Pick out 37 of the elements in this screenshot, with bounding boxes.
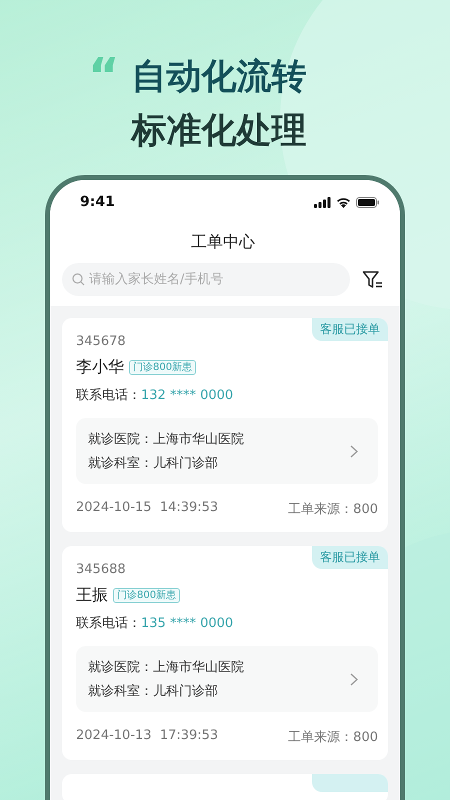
status-time: 9:41 <box>80 194 115 210</box>
phone-label: 联系电话： <box>76 616 141 631</box>
order-source: 工单来源：800 <box>288 501 378 518</box>
chevron-right-icon <box>350 444 358 458</box>
patient-tag: 门诊800新患 <box>129 360 196 375</box>
order-number: 345678 <box>76 334 127 349</box>
search-icon <box>72 273 85 286</box>
chevron-right-icon <box>350 672 358 686</box>
hospital-text: 就诊医院：上海市华山医院 <box>88 659 244 676</box>
department-text: 就诊科室：儿科门诊部 <box>88 455 219 472</box>
order-source: 工单来源：800 <box>288 729 378 746</box>
order-time: 2024-10-13 17:39:53 <box>76 728 218 745</box>
visit-info-panel[interactable]: 就诊医院：上海市华山医院 就诊科室：儿科门诊部 <box>76 418 378 484</box>
order-number: 345688 <box>76 562 127 577</box>
patient-tag: 门诊800新患 <box>113 588 180 603</box>
patient-name: 李小华 <box>76 357 124 378</box>
quote-mark: “ <box>88 56 120 90</box>
order-card[interactable]: 客服已接单 345678 李小华 门诊800新患 联系电话：132 **** 0000 就诊医院：上海市华山医院 就诊科室：儿科门诊部 2024-10-15 14:39:53 工单来源：800 <box>62 318 388 532</box>
phone-number: 132 **** 0000 <box>141 388 234 403</box>
page-title: 工单中心 <box>190 232 256 253</box>
headline-text: 标准化处理 <box>132 110 307 152</box>
patient-name: 王振 <box>76 585 108 606</box>
department-text: 就诊科室：儿科门诊部 <box>88 683 219 700</box>
wifi-icon <box>336 196 351 208</box>
status-badge: 客服已接单 <box>312 546 388 569</box>
filter-icon[interactable] <box>362 270 384 290</box>
signal-icon <box>314 196 331 208</box>
order-card[interactable]: 客服已接单 345688 王振 门诊800新患 联系电话：135 **** 0000 就诊医院：上海市华山医院 就诊科室：儿科门诊部 2024-10-13 17:39:53 工单来源：800 <box>62 546 388 760</box>
phone-label: 联系电话： <box>76 388 141 403</box>
hospital-text: 就诊医院：上海市华山医院 <box>88 431 244 448</box>
phone-number: 135 **** 0000 <box>141 616 234 631</box>
order-time: 2024-10-15 14:39:53 <box>76 500 218 517</box>
visit-info-panel[interactable]: 就诊医院：上海市华山医院 就诊科室：儿科门诊部 <box>76 646 378 712</box>
status-badge: 客服已接单 <box>312 318 388 341</box>
battery-icon <box>356 196 380 208</box>
headline-text: 自动化流转 <box>132 56 307 98</box>
search-field[interactable]: 请输入家长姓名/手机号 <box>62 263 350 296</box>
